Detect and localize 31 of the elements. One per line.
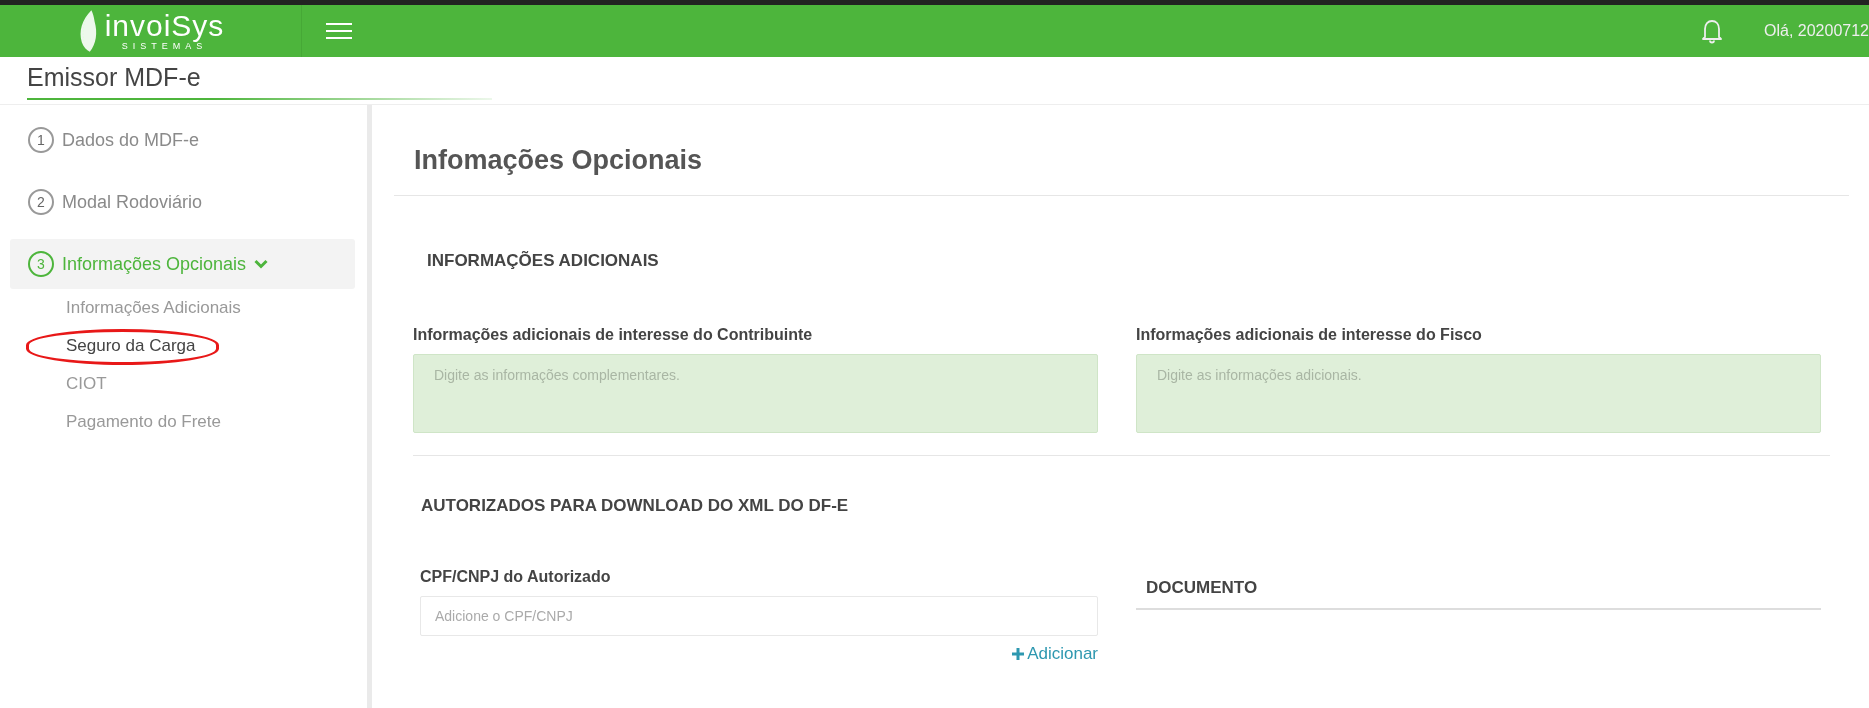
step-label: Modal Rodoviário: [62, 191, 203, 213]
sub-menu-item[interactable]: Pagamento do Frete: [66, 412, 221, 432]
logo-text: invoiSys: [104, 11, 225, 41]
plus-icon: [1012, 648, 1025, 660]
section-heading: INFORMAÇÕES ADICIONAIS: [427, 251, 660, 271]
sub-menu-item[interactable]: Informações Adicionais: [66, 298, 241, 318]
add-button[interactable]: Adicionar: [1012, 644, 1098, 664]
logo-subtext: SISTEMAS: [121, 41, 208, 51]
sub-menu-item[interactable]: Seguro da Carga: [66, 336, 196, 356]
page-title: Emissor MDF-e: [27, 63, 492, 100]
text-area[interactable]: Digite as informações complementares.: [413, 354, 1098, 433]
sub-menu-item[interactable]: CIOT: [66, 374, 107, 394]
field-label: CPF/CNPJ do Autorizado: [420, 568, 612, 586]
step-item[interactable]: 1 Dados do MDF-e: [10, 115, 355, 165]
user-greeting[interactable]: Olá, 20200712: [1764, 22, 1869, 40]
step-item[interactable]: 3 Informações Opcionais: [10, 239, 355, 289]
step-number: 1: [28, 127, 54, 153]
section-title: Infomações Opcionais: [414, 145, 704, 177]
step-number: 3: [28, 251, 54, 277]
step-number: 2: [28, 189, 54, 215]
step-label: Dados do MDF-e: [62, 129, 200, 151]
table-header: DOCUMENTO: [1136, 578, 1821, 610]
field-label: Informações adicionais de interesse do Contribuinte: [413, 326, 814, 344]
notification-bell-icon[interactable]: [1700, 18, 1724, 44]
section-heading: AUTORIZADOS PARA DOWNLOAD DO XML DO DF-E: [421, 496, 850, 516]
input-field[interactable]: Adicione o CPF/CNPJ: [420, 596, 1098, 636]
step-label: Informações Opcionais: [62, 253, 247, 275]
text-area[interactable]: Digite as informações adicionais.: [1136, 354, 1821, 433]
step-item[interactable]: 2 Modal Rodoviário: [10, 177, 355, 227]
field-label: Informações adicionais de interesse do Fisco: [1136, 326, 1483, 344]
chevron-down-icon[interactable]: [254, 259, 269, 269]
